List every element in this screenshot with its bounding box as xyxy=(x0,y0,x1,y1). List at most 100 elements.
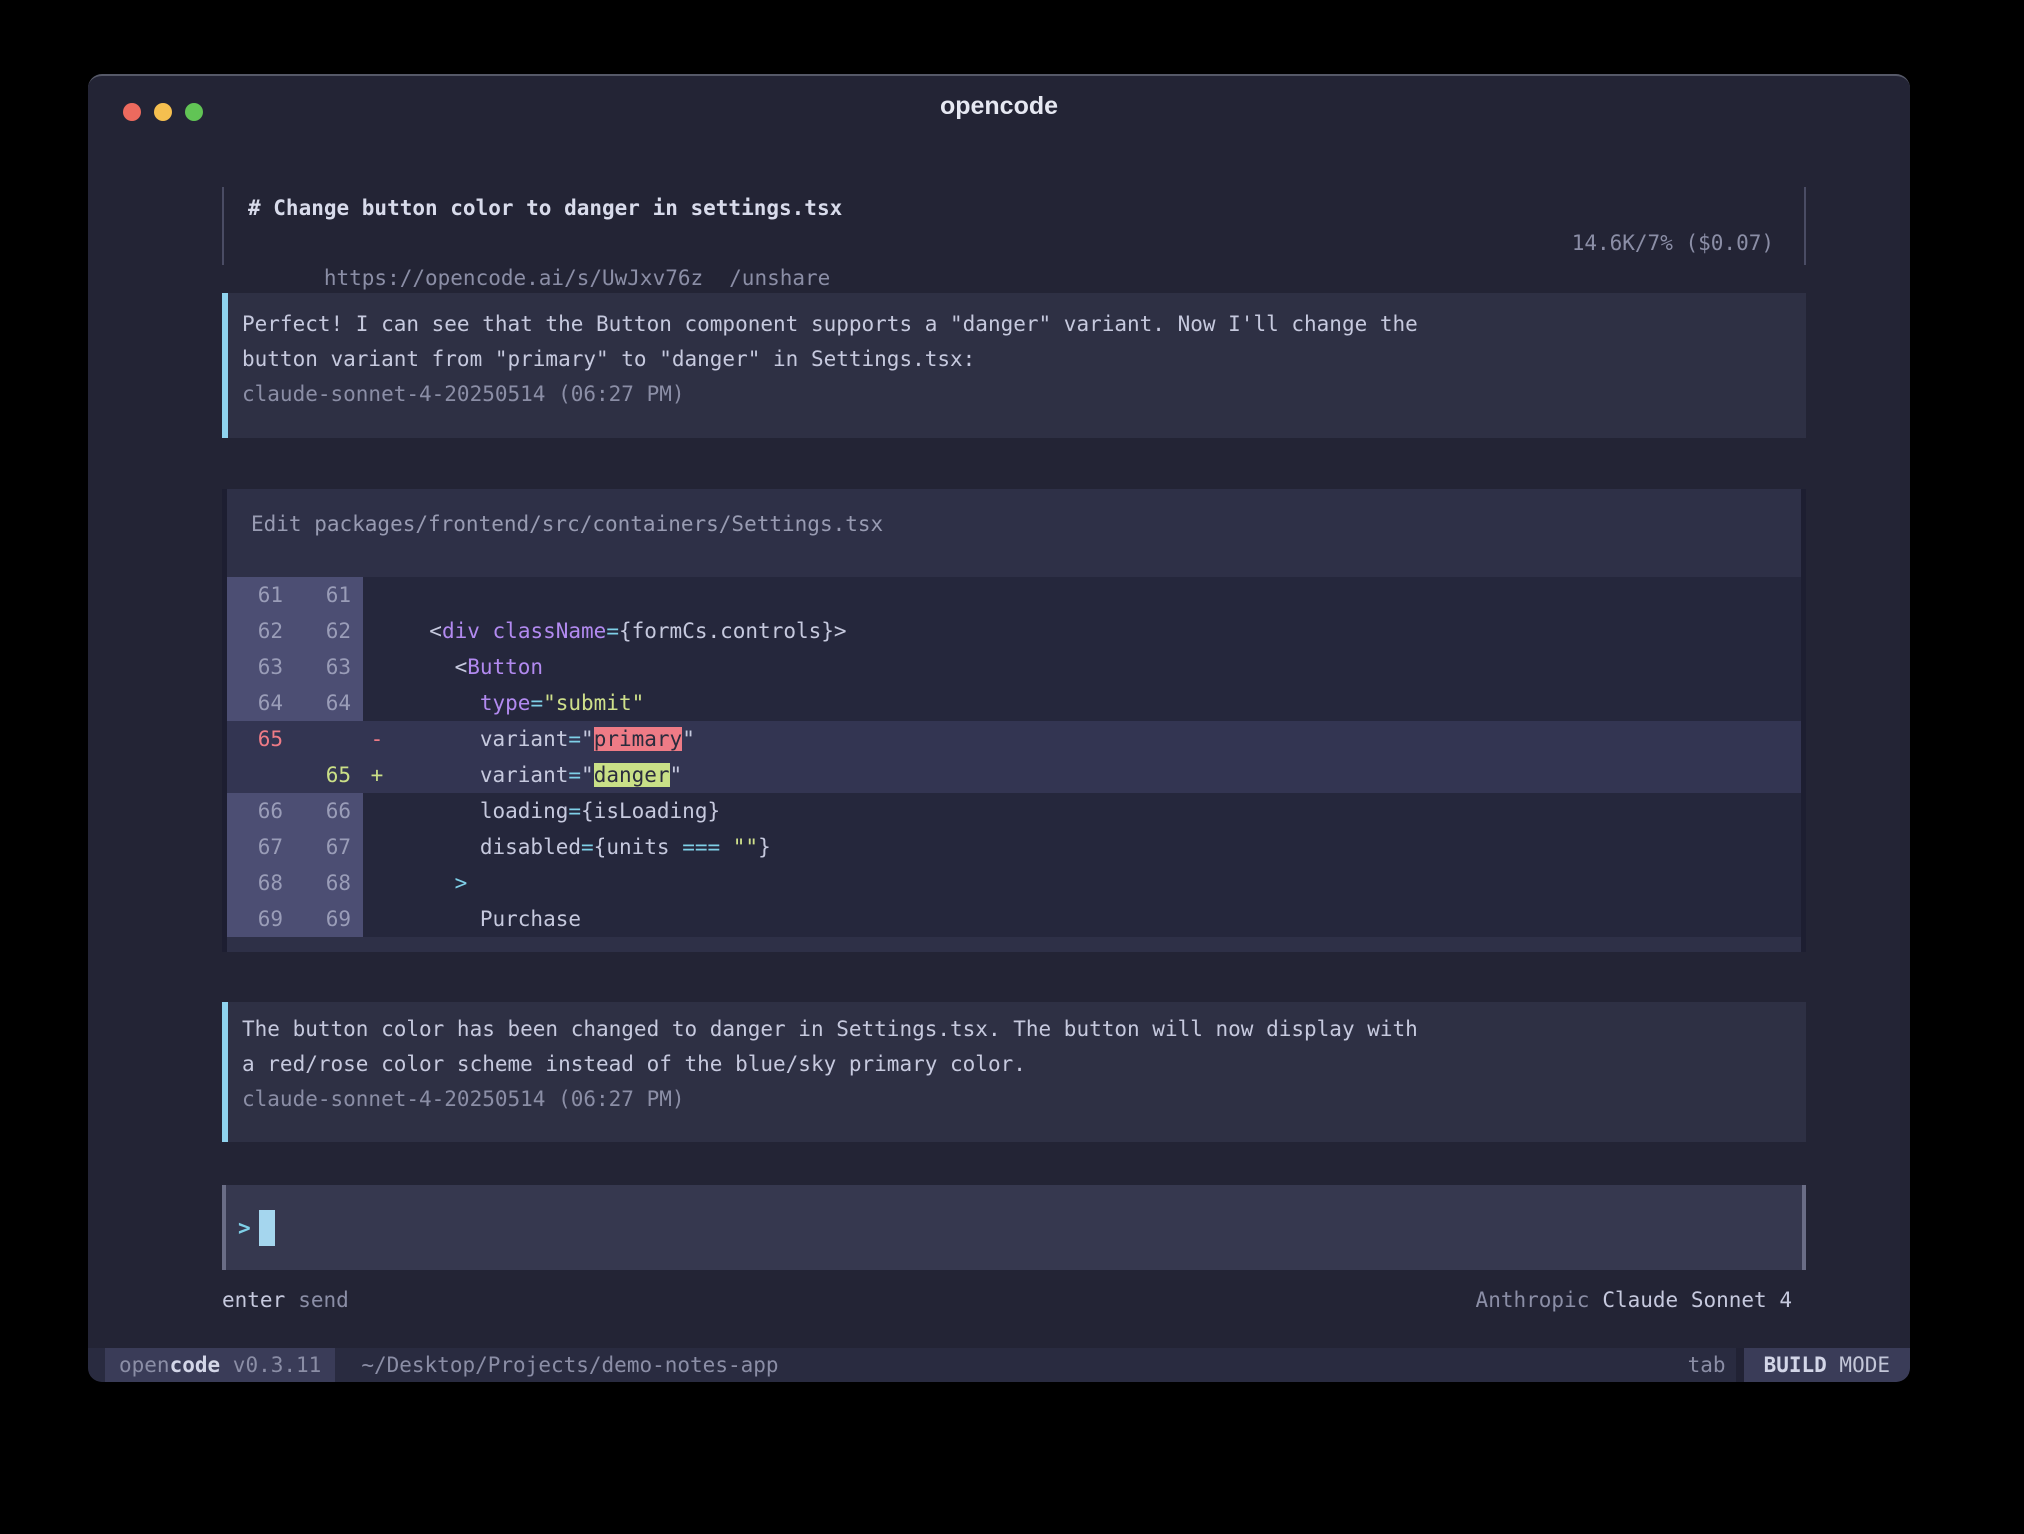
model-name: Claude Sonnet 4 xyxy=(1602,1288,1792,1312)
code-token: < xyxy=(404,619,442,643)
code-token: variant xyxy=(404,763,568,787)
diff-old-lineno: 61 xyxy=(227,577,295,613)
diff-code-line: variant="danger" xyxy=(391,757,1801,793)
hint-row: entersend Anthropic Claude Sonnet 4 xyxy=(222,1287,1806,1313)
diff-code-line: disabled={units === ""} xyxy=(391,829,1801,865)
diff-new-lineno: 67 xyxy=(295,829,363,865)
diff-row-added: 65+ variant="danger" xyxy=(227,757,1801,793)
diff-new-lineno: 64 xyxy=(295,685,363,721)
code-token: > xyxy=(455,871,468,895)
code-token: "" xyxy=(733,835,758,859)
diff-new-lineno: 63 xyxy=(295,649,363,685)
diff-row-context: 6262 <div className={formCs.controls}> xyxy=(227,613,1801,649)
diff-sign: + xyxy=(363,757,391,793)
message-meta: claude-sonnet-4-20250514 (06:27 PM) xyxy=(242,377,1806,412)
message-body: The button color has been changed to dan… xyxy=(242,1012,1806,1082)
diff-row-context: 6363 <Button xyxy=(227,649,1801,685)
diff-row-context: 6161 xyxy=(227,577,1801,613)
diff-old-lineno: 66 xyxy=(227,793,295,829)
code-token: = xyxy=(568,799,581,823)
code-token: loading xyxy=(404,799,568,823)
code-token: primary xyxy=(594,727,683,751)
text-cursor xyxy=(259,1210,275,1246)
edit-tool-card: Edit packages/frontend/src/containers/Se… xyxy=(222,489,1806,952)
diff-code-line xyxy=(391,577,1801,613)
message-line: Perfect! I can see that the Button compo… xyxy=(242,307,1806,342)
diff-old-lineno: 62 xyxy=(227,613,295,649)
message-line: The button color has been changed to dan… xyxy=(242,1012,1806,1047)
diff-row-context: 6767 disabled={units === ""} xyxy=(227,829,1801,865)
statusbar-divider xyxy=(1736,1348,1744,1382)
token-usage: 14.6K/7% ($0.07) xyxy=(1572,226,1774,261)
diff-old-lineno: 64 xyxy=(227,685,295,721)
code-token: === xyxy=(682,835,720,859)
edit-tool-title: Edit packages/frontend/src/containers/Se… xyxy=(227,489,1801,542)
diff-old-lineno: 68 xyxy=(227,865,295,901)
diff-sign xyxy=(363,685,391,721)
diff-code-line: Purchase xyxy=(391,901,1801,937)
diff-new-lineno xyxy=(295,721,363,757)
send-action-hint: send xyxy=(298,1288,349,1312)
code-token: danger xyxy=(594,763,670,787)
code-token: = xyxy=(530,691,543,715)
cwd-path: ~/Desktop/Projects/demo-notes-app xyxy=(361,1348,1687,1382)
diff-row-context: 6464 type="submit" xyxy=(227,685,1801,721)
code-token xyxy=(480,619,493,643)
code-token: " xyxy=(581,763,594,787)
assistant-message: Perfect! I can see that the Button compo… xyxy=(222,293,1806,438)
diff-sign xyxy=(363,901,391,937)
code-token: } xyxy=(758,835,771,859)
session-title: # Change button color to danger in setti… xyxy=(248,191,1774,226)
share-url: https://opencode.ai/s/UwJxv76z xyxy=(324,266,703,290)
send-hint: entersend xyxy=(222,1287,349,1313)
window-title: opencode xyxy=(88,76,1910,136)
diff-old-lineno: 65 xyxy=(227,721,295,757)
opencode-window: opencode # Change button color to danger… xyxy=(88,74,1910,1382)
diff-sign xyxy=(363,865,391,901)
diff-row-context: 6969 Purchase xyxy=(227,901,1801,937)
diff-row-removed: 65- variant="primary" xyxy=(227,721,1801,757)
diff-new-lineno: 61 xyxy=(295,577,363,613)
code-token: < xyxy=(404,655,467,679)
app-version: v0.3.11 xyxy=(220,1353,321,1377)
model-provider: Anthropic xyxy=(1476,1288,1590,1312)
prompt-caret: > xyxy=(238,1216,251,1240)
model-indicator: Anthropic Claude Sonnet 4 xyxy=(1476,1287,1806,1313)
titlebar: opencode xyxy=(88,76,1910,136)
diff-new-lineno: 69 xyxy=(295,901,363,937)
diff-code-line: <Button xyxy=(391,649,1801,685)
diff-sign xyxy=(363,793,391,829)
code-token: {isLoading} xyxy=(581,799,720,823)
code-token: className xyxy=(493,619,607,643)
diff-sign: - xyxy=(363,721,391,757)
code-token: {units xyxy=(594,835,683,859)
unshare-command: /unshare xyxy=(729,266,830,290)
code-token: = xyxy=(581,835,594,859)
diff-sign xyxy=(363,649,391,685)
code-token: {formCs.controls}> xyxy=(619,619,847,643)
diff-sign xyxy=(363,577,391,613)
code-token xyxy=(404,691,480,715)
diff-new-lineno: 68 xyxy=(295,865,363,901)
diff-new-lineno: 66 xyxy=(295,793,363,829)
tab-key-hint[interactable]: tab xyxy=(1688,1348,1726,1382)
code-token: disabled xyxy=(404,835,581,859)
session-header: # Change button color to danger in setti… xyxy=(222,187,1806,265)
mode-badge[interactable]: BUILD MODE xyxy=(1744,1348,1910,1382)
code-token xyxy=(404,871,455,895)
prompt-input[interactable]: > xyxy=(222,1185,1806,1270)
diff-code-line: > xyxy=(391,865,1801,901)
code-token: " xyxy=(670,763,683,787)
code-token: Button xyxy=(467,655,543,679)
message-body: Perfect! I can see that the Button compo… xyxy=(242,307,1806,377)
diff-row-context: 6666 loading={isLoading} xyxy=(227,793,1801,829)
diff-code-line: <div className={formCs.controls}> xyxy=(391,613,1801,649)
diff-sign xyxy=(363,829,391,865)
diff-old-lineno: 67 xyxy=(227,829,295,865)
message-meta: claude-sonnet-4-20250514 (06:27 PM) xyxy=(242,1082,1806,1117)
message-line: button variant from "primary" to "danger… xyxy=(242,342,1806,377)
brand-open: open xyxy=(119,1353,170,1377)
code-token: "submit" xyxy=(543,691,644,715)
code-token: div xyxy=(442,619,480,643)
code-token: type xyxy=(480,691,531,715)
